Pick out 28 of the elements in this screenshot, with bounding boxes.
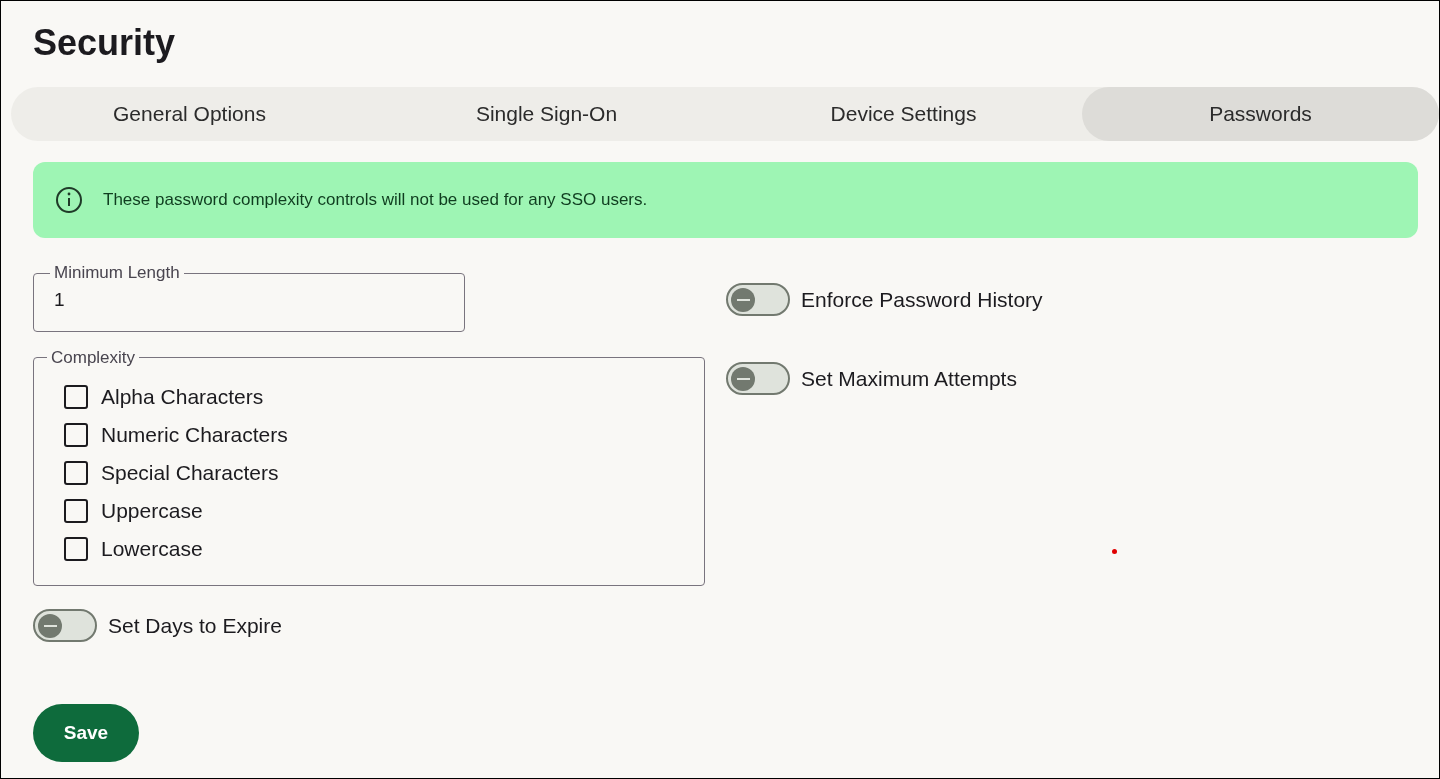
info-icon bbox=[55, 186, 83, 214]
save-button[interactable]: Save bbox=[33, 704, 139, 762]
toggle-switch[interactable] bbox=[33, 609, 97, 642]
toggle-switch[interactable] bbox=[726, 362, 790, 395]
checkbox-label: Alpha Characters bbox=[101, 383, 264, 410]
checkbox-label: Special Characters bbox=[101, 459, 279, 486]
checkbox[interactable] bbox=[64, 422, 88, 447]
tab[interactable]: General Options bbox=[11, 87, 368, 141]
checkbox-label: Numeric Characters bbox=[101, 421, 288, 448]
checkbox[interactable] bbox=[64, 460, 88, 485]
toggle-switch[interactable] bbox=[726, 283, 790, 316]
toggle-label: Set Maximum Attempts bbox=[801, 365, 1017, 392]
checkbox[interactable] bbox=[64, 384, 88, 409]
tab[interactable]: Passwords bbox=[1082, 87, 1439, 141]
toggle-label: Set Days to Expire bbox=[108, 612, 282, 639]
minimum-length-field[interactable]: Minimum Length 1 bbox=[33, 264, 465, 332]
tab[interactable]: Device Settings bbox=[725, 87, 1082, 141]
checkbox[interactable] bbox=[64, 498, 88, 523]
checkbox-label: Lowercase bbox=[101, 535, 203, 562]
page-title: Security bbox=[33, 23, 176, 63]
checkbox-label: Uppercase bbox=[101, 497, 203, 524]
toggle-label: Enforce Password History bbox=[801, 286, 1043, 313]
group-legend: Complexity bbox=[47, 345, 140, 371]
field-value[interactable]: 1 bbox=[54, 286, 434, 315]
field-label: Minimum Length bbox=[53, 264, 181, 282]
tab[interactable]: Single Sign-On bbox=[368, 87, 725, 141]
checkbox[interactable] bbox=[64, 536, 88, 561]
info-message: These password complexity controls will not be used for any SSO users. bbox=[103, 189, 648, 212]
